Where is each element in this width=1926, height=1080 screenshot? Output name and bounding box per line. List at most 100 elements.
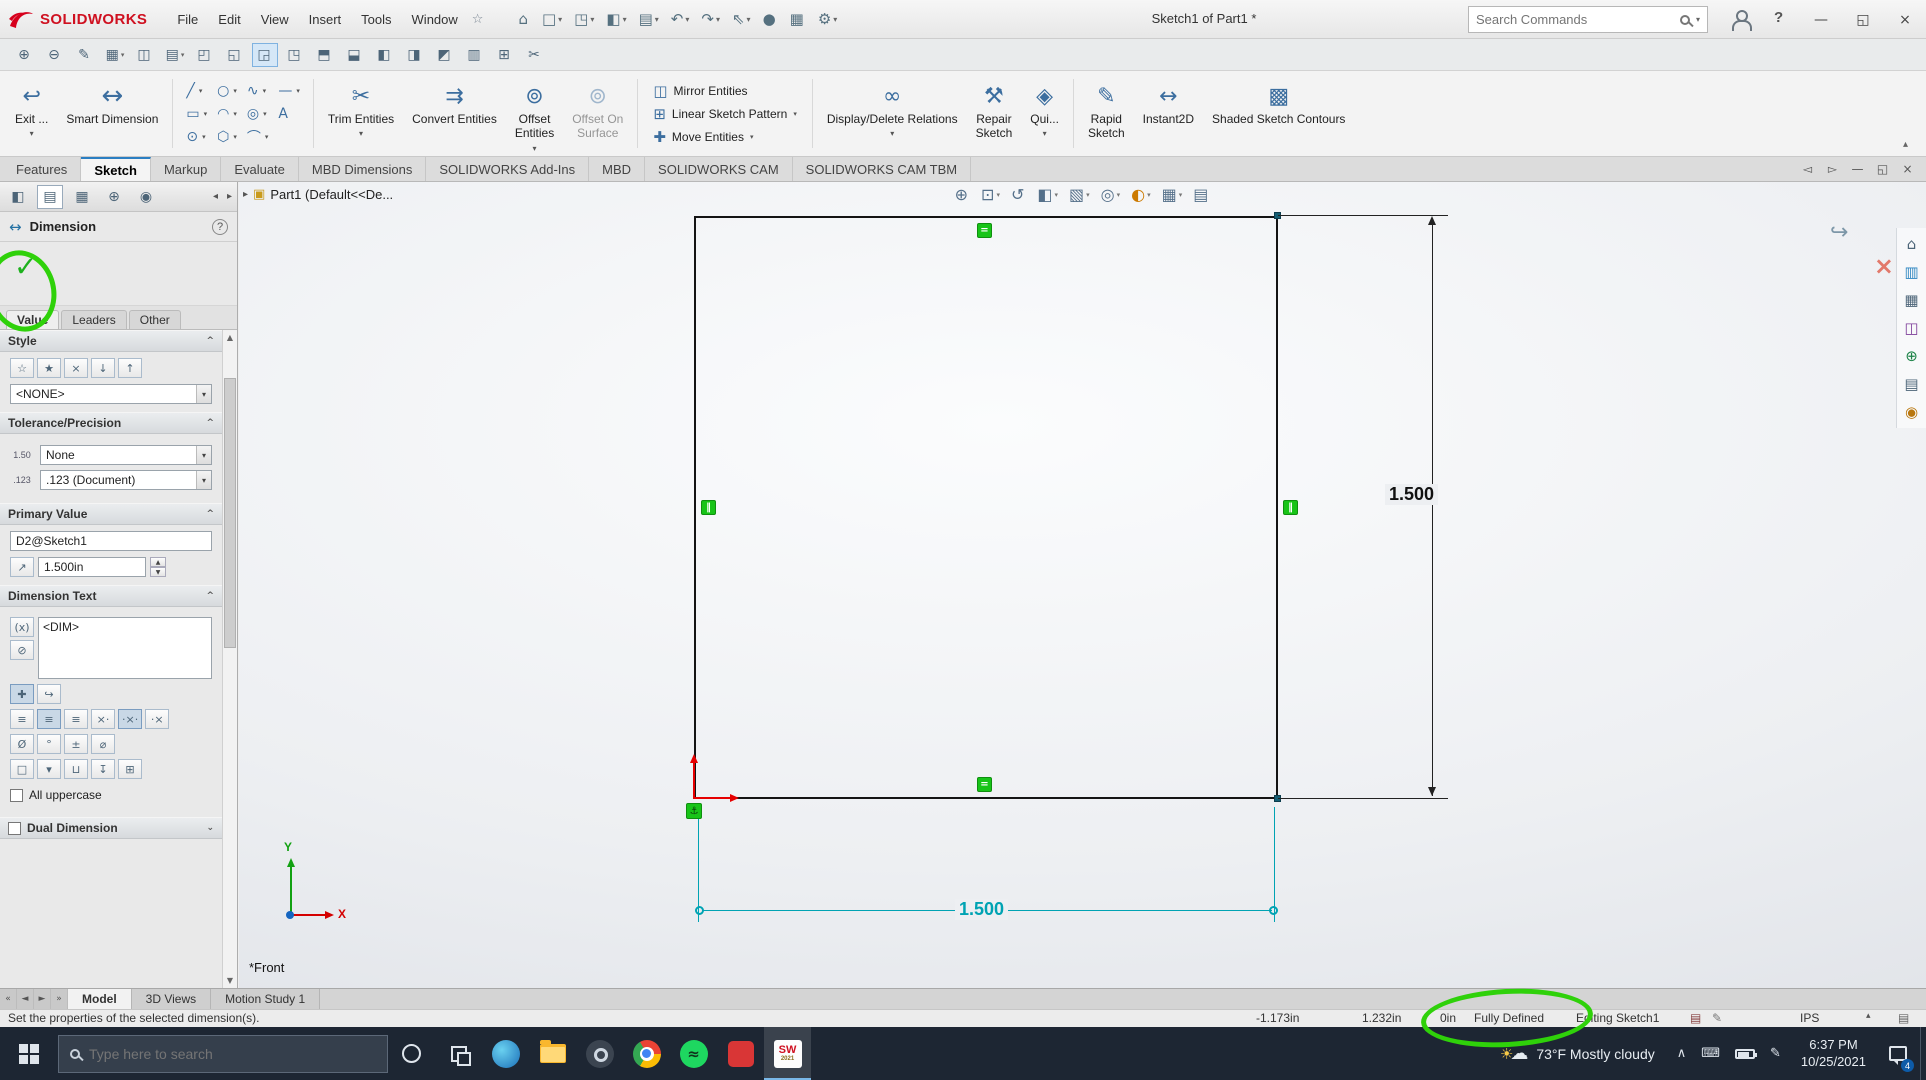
red-app-button[interactable] — [717, 1027, 764, 1080]
justify-button[interactable]: ×· — [91, 709, 115, 729]
ribbon-collapse-button[interactable]: ▴ — [1891, 135, 1920, 154]
quick-tool-button[interactable]: ◳▾ — [569, 7, 599, 31]
panel-tab-icon[interactable]: ▤ — [37, 185, 63, 209]
feature-tree-header[interactable]: ▸ ▣ Part1 (Default<<De... — [243, 187, 393, 202]
horizontal-relation-badge[interactable]: = — [977, 223, 992, 238]
graphics-area[interactable]: ▸ ▣ Part1 (Default<<De... ⊕⊡▾↺◧▾▧▾◎▾◐▾▦▾… — [239, 182, 1926, 988]
toolbar-icon-button[interactable]: ◳ — [282, 43, 308, 67]
dimension-text-area[interactable]: <DIM> — [38, 617, 212, 679]
view-tool-button[interactable]: ◎▾ — [1101, 185, 1120, 204]
fit-button[interactable]: ⊔ — [64, 759, 88, 779]
command-search-box[interactable]: ▾ — [1468, 6, 1708, 33]
view-tool-button[interactable]: ▤ — [1193, 185, 1210, 204]
taskbar-search-input[interactable] — [89, 1046, 376, 1062]
quick-tool-button[interactable]: ↷▾ — [696, 7, 725, 31]
ribbon-tab[interactable]: MBD — [589, 157, 645, 181]
ribbon-button[interactable]: ▩ Shaded Sketch Contours — [1203, 73, 1354, 154]
status-doc-icon[interactable]: ▤ — [1690, 1011, 1701, 1025]
ribbon-row-button[interactable]: ✚Move Entities▾ — [653, 128, 797, 146]
document-tab[interactable]: Model — [68, 989, 132, 1009]
view-tool-button[interactable]: ↺ — [1011, 185, 1026, 204]
sketch-tool-button[interactable]: ∿▾ — [247, 79, 269, 102]
justify-button[interactable]: ≡ — [10, 709, 34, 729]
ribbon-tab[interactable]: SOLIDWORKS CAM — [645, 157, 793, 181]
toolbar-icon-button[interactable]: ◫ — [132, 43, 158, 67]
dimension-name-input[interactable] — [10, 531, 212, 551]
sketch-tool-button[interactable]: ▭▾ — [186, 102, 207, 125]
file-explorer-button[interactable] — [529, 1027, 576, 1080]
quick-tool-button[interactable]: ▤▾ — [634, 7, 664, 31]
close-button[interactable]: × — [1884, 0, 1926, 39]
status-pencil-icon[interactable]: ✎ — [1712, 1011, 1722, 1025]
tolerance-dropdown[interactable]: None ▾ — [40, 445, 212, 465]
justify-button[interactable]: ≡ — [64, 709, 88, 729]
toolbar-icon-button[interactable]: ▦▾ — [102, 43, 128, 67]
dimension-handle[interactable] — [1269, 906, 1278, 915]
dimension-text-button[interactable]: ↪ — [37, 684, 61, 704]
panel-tab-icon[interactable]: ⊕ — [101, 185, 127, 209]
command-search-input[interactable] — [1476, 12, 1674, 27]
dimension-panel-tab[interactable]: Value — [6, 310, 59, 329]
sketch-tool-button[interactable]: ╱▾ — [186, 79, 207, 102]
ribbon-tab[interactable]: SOLIDWORKS CAM TBM — [793, 157, 971, 181]
tab-nav-button[interactable]: » — [51, 989, 68, 1009]
menu-item[interactable]: Insert — [299, 7, 352, 32]
task-pane-toggle-icon[interactable]: ▤ — [1898, 1011, 1909, 1025]
style-favorite-button[interactable]: ☆ — [10, 358, 34, 378]
ribbon-tab[interactable]: MBD Dimensions — [299, 157, 426, 181]
menu-item[interactable]: Edit — [208, 7, 250, 32]
panel-arrow-right-icon[interactable]: ▸ — [227, 191, 232, 202]
hidden-icons-chevron[interactable]: ∧ — [1677, 1046, 1687, 1061]
quick-tool-button[interactable]: ⌂ — [513, 7, 535, 31]
value-mode-button[interactable]: ↗ — [10, 557, 34, 577]
weather-widget[interactable]: ☀☁ 73°F Mostly cloudy — [1488, 1043, 1667, 1064]
symbol-button[interactable]: ⌀ — [91, 734, 115, 754]
symbol-button[interactable]: ° — [37, 734, 61, 754]
style-favorite-button[interactable]: × — [64, 358, 88, 378]
all-uppercase-checkbox[interactable] — [10, 789, 23, 802]
units-caret-icon[interactable]: ▴ — [1866, 1011, 1871, 1021]
dimension-handle[interactable] — [695, 906, 704, 915]
toolbar-icon-button[interactable]: ◩ — [432, 43, 458, 67]
toolbar-icon-button[interactable]: ◲ — [252, 43, 278, 67]
spin-up-button[interactable]: ▲ — [150, 557, 166, 567]
toolbar-icon-button[interactable]: ◰ — [192, 43, 218, 67]
ribbon-button[interactable]: ✎ Rapid Sketch — [1079, 73, 1134, 154]
task-pane-icon[interactable]: ▥ — [1904, 263, 1918, 281]
action-center-button[interactable]: 4 — [1876, 1027, 1920, 1080]
style-favorite-button[interactable]: ↑ — [118, 358, 142, 378]
sketch-tool-button[interactable]: —▾ — [278, 79, 300, 102]
tree-expand-icon[interactable]: ▸ — [243, 189, 248, 200]
exit-sketch-button[interactable]: ↩ Exit ... ▾ — [6, 73, 57, 154]
sketch-tool-button[interactable]: ◎▾ — [247, 102, 269, 125]
vertical-dimension-value[interactable]: 1.500 — [1385, 484, 1438, 505]
start-button[interactable] — [0, 1027, 58, 1080]
ribbon-button[interactable]: ⊚ Offset On Surface — [563, 73, 632, 154]
dimension-panel-tab[interactable]: Leaders — [61, 310, 126, 329]
sketch-tool-button[interactable]: ⌒▾ — [247, 125, 269, 148]
sketch-tool-button[interactable] — [278, 125, 300, 148]
dimension-value-input[interactable] — [38, 557, 146, 577]
scroll-down-icon[interactable]: ▼ — [223, 973, 237, 988]
dimension-text-section-header[interactable]: Dimension Text ^ — [0, 585, 222, 607]
chrome-button[interactable] — [623, 1027, 670, 1080]
confirm-exit-sketch-icon[interactable]: ↪ — [1830, 220, 1848, 245]
ribbon-button[interactable]: ⚒ Repair Sketch — [967, 73, 1022, 154]
ribbon-button[interactable]: ⊚ Offset Entities ▾ — [506, 73, 563, 154]
horizontal-dimension-value[interactable]: 1.500 — [955, 899, 1008, 920]
vertical-relation-badge[interactable]: ‖ — [1283, 500, 1298, 515]
dimension-panel-tab[interactable]: Other — [129, 310, 181, 329]
task-pane-icon[interactable]: ▤ — [1904, 375, 1918, 393]
dual-dimension-section-header[interactable]: Dual Dimension ⌄ — [0, 817, 222, 839]
symbol-button[interactable]: ± — [64, 734, 88, 754]
fit-button[interactable]: □ — [10, 759, 34, 779]
sketch-rectangle[interactable] — [694, 216, 1278, 799]
steam-button[interactable] — [576, 1027, 623, 1080]
quick-tool-button[interactable]: ↶▾ — [666, 7, 695, 31]
ribbon-tab[interactable]: Markup — [151, 157, 221, 181]
ribbon-tab[interactable]: SOLIDWORKS Add-Ins — [426, 157, 589, 181]
account-button[interactable] — [1731, 10, 1749, 28]
view-tool-button[interactable]: ▦▾ — [1162, 185, 1183, 204]
search-dropdown-icon[interactable]: ▾ — [1696, 15, 1700, 24]
sketch-tool-button[interactable]: ○▾ — [217, 79, 237, 102]
